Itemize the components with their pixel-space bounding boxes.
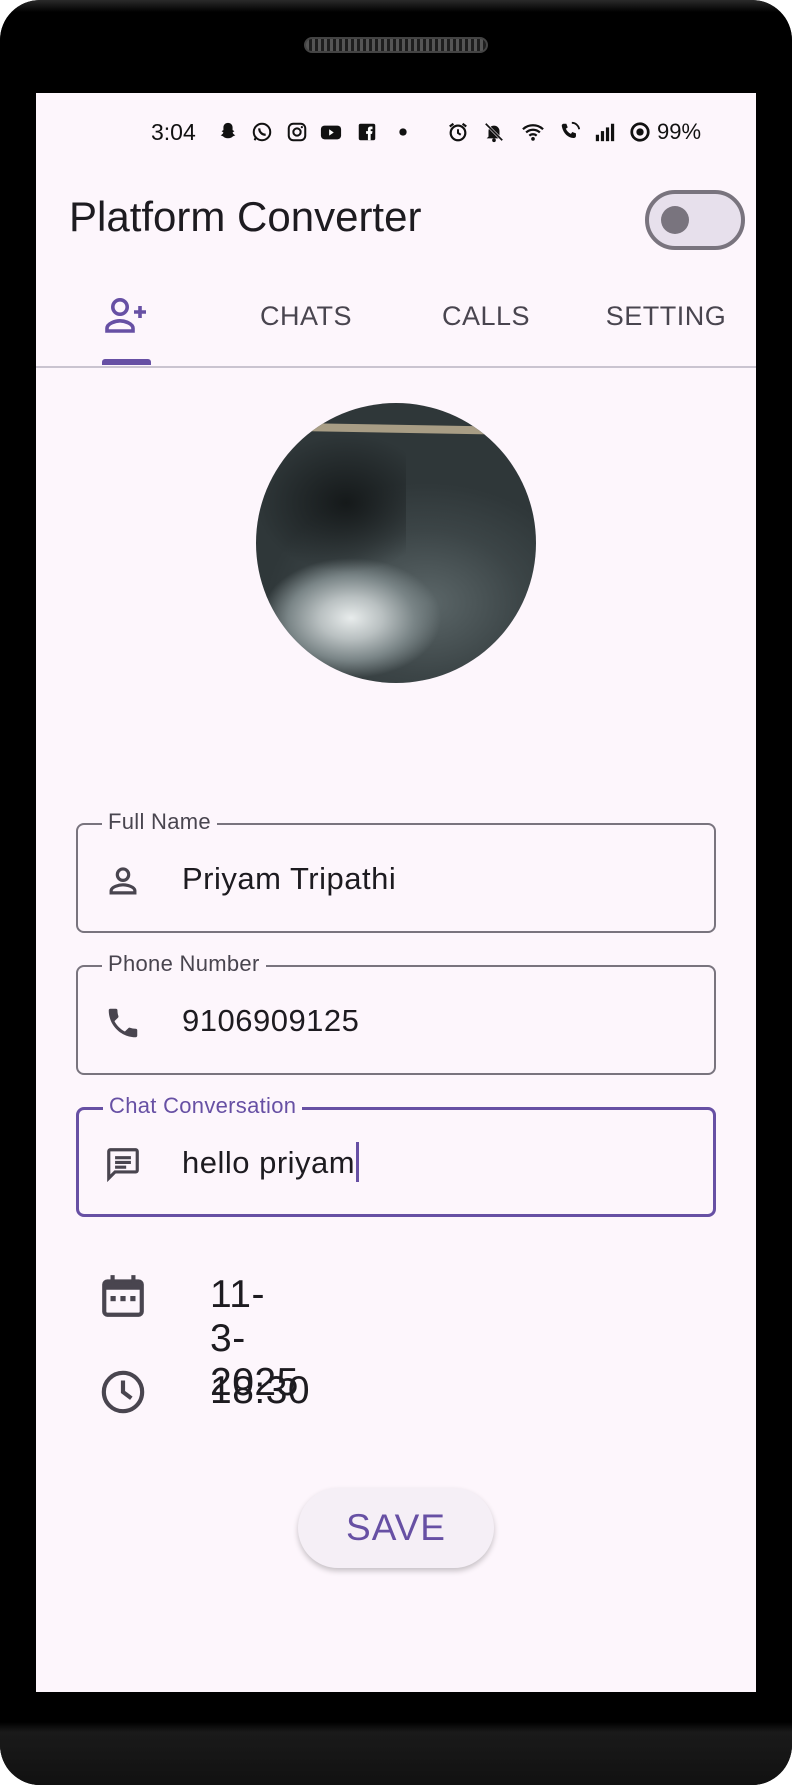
avatar-photo-shadow: [256, 433, 406, 573]
tab-setting[interactable]: SETTING: [576, 268, 756, 364]
theme-toggle-switch[interactable]: [645, 190, 745, 250]
instagram-icon: [287, 122, 307, 142]
data-saver-icon: [630, 122, 650, 142]
profile-avatar[interactable]: [256, 403, 536, 683]
chat-conversation-text: hello priyam: [182, 1145, 356, 1181]
full-name-field[interactable]: Full Name Priyam Tripathi: [76, 809, 716, 933]
wifi-icon: [522, 124, 544, 141]
alarm-icon: [449, 122, 467, 142]
phone-top-bezel: [0, 0, 792, 93]
status-time: 3:04: [151, 119, 196, 145]
phone-frame: 3:04 99% Platform Converter CHATS CALLS …: [0, 0, 792, 1785]
wifi-call-icon: [561, 121, 581, 138]
text-cursor: [356, 1142, 360, 1182]
full-name-input[interactable]: Priyam Tripathi: [182, 861, 396, 897]
chat-conversation-field[interactable]: Chat Conversation hello priyam: [76, 1093, 716, 1217]
status-bar: 3:04 99%: [36, 115, 756, 147]
person-add-icon: [105, 298, 146, 333]
facebook-icon: [358, 123, 376, 141]
youtube-icon: [320, 125, 342, 140]
speaker-grille: [304, 37, 488, 53]
mute-icon: [484, 122, 504, 143]
whatsapp-icon: [252, 122, 272, 142]
message-icon: [107, 1148, 139, 1183]
chat-conversation-label: Chat Conversation: [103, 1093, 303, 1119]
phone-number-label: Phone Number: [102, 951, 266, 977]
clock-icon[interactable]: [98, 1367, 148, 1417]
phone-number-input[interactable]: 9106909125: [182, 1003, 359, 1039]
signal-icon: [595, 123, 615, 142]
time-value[interactable]: 18:30: [210, 1369, 310, 1413]
calendar-icon[interactable]: [98, 1271, 148, 1321]
tab-indicator: [102, 359, 151, 365]
tab-chats[interactable]: CHATS: [216, 268, 396, 364]
app-screen: 3:04 99% Platform Converter CHATS CALLS …: [36, 93, 756, 1692]
app-title: Platform Converter: [69, 193, 422, 240]
tab-bar: CHATS CALLS SETTING: [36, 268, 756, 368]
save-button[interactable]: SAVE: [298, 1488, 494, 1568]
phone-icon: [108, 1008, 138, 1038]
phone-bottom-bezel: [0, 1692, 792, 1785]
chat-conversation-input[interactable]: hello priyam: [182, 1142, 360, 1185]
battery-percentage: 99%: [657, 119, 702, 144]
tab-add-contact[interactable]: [36, 268, 216, 364]
tab-calls[interactable]: CALLS: [396, 268, 576, 364]
phone-number-field[interactable]: Phone Number 9106909125: [76, 951, 716, 1075]
toggle-knob: [661, 206, 689, 234]
snapchat-icon: [220, 122, 236, 139]
dot-icon: [399, 128, 407, 136]
full-name-label: Full Name: [102, 809, 217, 835]
person-icon: [109, 867, 137, 895]
